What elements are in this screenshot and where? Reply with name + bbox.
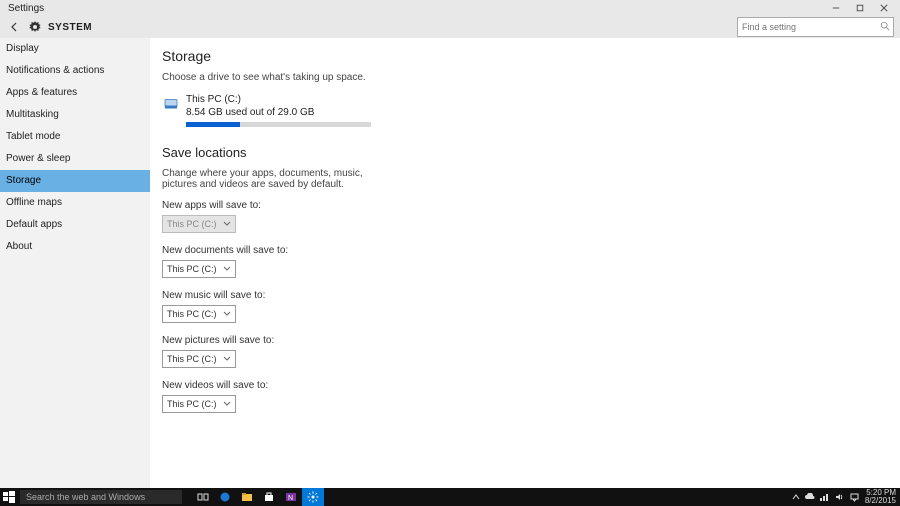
sidebar: DisplayNotifications & actionsApps & fea… xyxy=(0,38,150,488)
gear-icon xyxy=(28,20,42,34)
tray-up-icon[interactable] xyxy=(792,493,800,501)
taskbar: Search the web and Windows N 5:20 PM 8/2… xyxy=(0,488,900,506)
chevron-down-icon xyxy=(223,221,231,227)
drive-row[interactable]: This PC (C:) 8.54 GB used out of 29.0 GB xyxy=(162,93,900,127)
close-icon[interactable] xyxy=(872,0,896,16)
settings-icon[interactable] xyxy=(302,488,324,506)
start-icon[interactable] xyxy=(0,488,18,506)
back-icon[interactable] xyxy=(6,18,24,36)
sidebar-item-about[interactable]: About xyxy=(0,236,150,258)
sidebar-item-storage[interactable]: Storage xyxy=(0,170,150,192)
explorer-icon[interactable] xyxy=(236,488,258,506)
page-heading: Storage xyxy=(162,48,900,64)
save-dropdown[interactable]: This PC (C:) xyxy=(162,395,236,413)
save-label: New pictures will save to: xyxy=(162,335,900,346)
save-dropdown[interactable]: This PC (C:) xyxy=(162,350,236,368)
network-icon[interactable] xyxy=(820,493,830,501)
volume-icon[interactable] xyxy=(835,493,845,501)
drive-icon xyxy=(162,95,180,113)
minimize-icon[interactable] xyxy=(824,0,848,16)
header: SYSTEM xyxy=(0,16,900,38)
save-label: New documents will save to: xyxy=(162,245,900,256)
chevron-down-icon xyxy=(223,356,231,362)
sidebar-item-default-apps[interactable]: Default apps xyxy=(0,214,150,236)
save-dropdown: This PC (C:) xyxy=(162,215,236,233)
sidebar-item-display[interactable]: Display xyxy=(0,38,150,60)
search-icon xyxy=(880,21,890,31)
chevron-down-icon xyxy=(223,401,231,407)
sidebar-item-tablet-mode[interactable]: Tablet mode xyxy=(0,126,150,148)
chevron-down-icon xyxy=(223,266,231,272)
sidebar-item-offline-maps[interactable]: Offline maps xyxy=(0,192,150,214)
drive-name: This PC (C:) xyxy=(186,93,371,106)
notifications-icon[interactable] xyxy=(850,493,859,502)
taskbar-search[interactable]: Search the web and Windows xyxy=(20,490,182,504)
category-title: SYSTEM xyxy=(48,22,92,33)
sidebar-item-apps-features[interactable]: Apps & features xyxy=(0,82,150,104)
sidebar-item-multitasking[interactable]: Multitasking xyxy=(0,104,150,126)
save-dropdown[interactable]: This PC (C:) xyxy=(162,305,236,323)
onedrive-icon[interactable] xyxy=(805,493,815,501)
save-label: New apps will save to: xyxy=(162,200,900,211)
sidebar-item-power-sleep[interactable]: Power & sleep xyxy=(0,148,150,170)
onenote-icon[interactable]: N xyxy=(280,488,302,506)
store-icon[interactable] xyxy=(258,488,280,506)
taskview-icon[interactable] xyxy=(192,488,214,506)
drive-usage: 8.54 GB used out of 29.0 GB xyxy=(186,106,371,119)
window-title: Settings xyxy=(8,3,44,14)
save-dropdown[interactable]: This PC (C:) xyxy=(162,260,236,278)
storage-desc: Choose a drive to see what's taking up s… xyxy=(162,72,900,83)
save-label: New music will save to: xyxy=(162,290,900,301)
save-label: New videos will save to: xyxy=(162,380,900,391)
tray-date[interactable]: 8/2/2015 xyxy=(865,497,896,505)
svg-text:N: N xyxy=(288,495,293,502)
search-input[interactable] xyxy=(737,17,894,37)
save-heading: Save locations xyxy=(162,145,900,160)
titlebar: Settings xyxy=(0,0,900,16)
drive-progress xyxy=(186,122,371,127)
save-desc: Change where your apps, documents, music… xyxy=(162,168,372,190)
chevron-down-icon xyxy=(223,311,231,317)
maximize-icon[interactable] xyxy=(848,0,872,16)
content: Storage Choose a drive to see what's tak… xyxy=(150,38,900,488)
sidebar-item-notifications-actions[interactable]: Notifications & actions xyxy=(0,60,150,82)
edge-icon[interactable] xyxy=(214,488,236,506)
